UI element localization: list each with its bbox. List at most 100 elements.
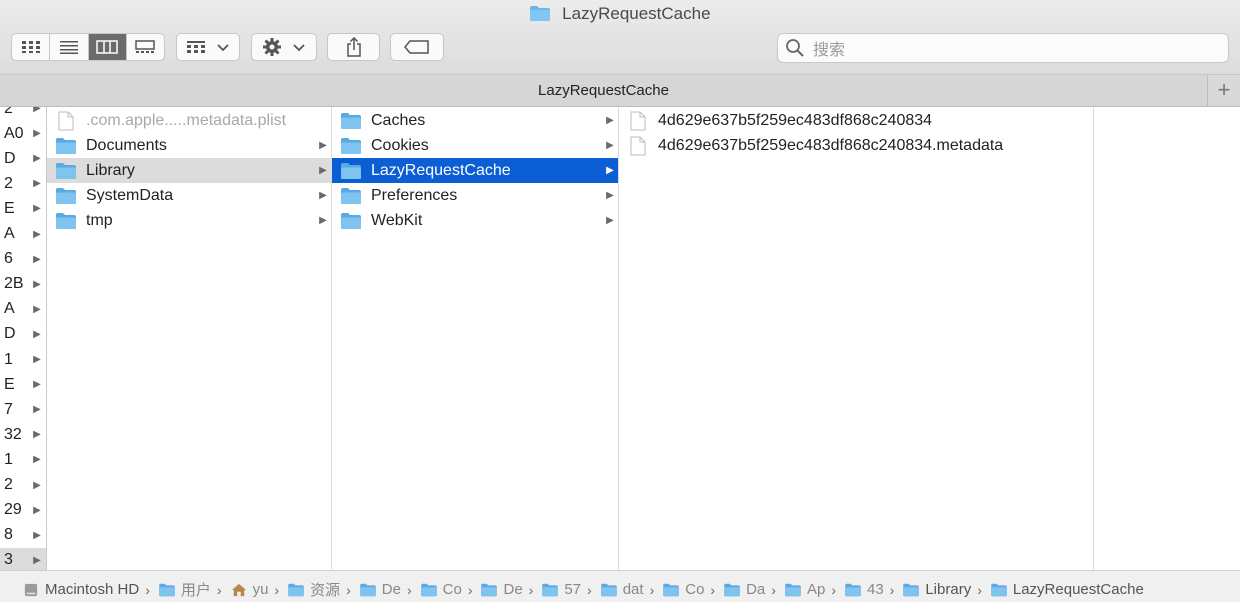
tab-current[interactable]: LazyRequestCache — [0, 82, 1207, 99]
folder-row[interactable]: LazyRequestCache ▶ — [332, 158, 618, 183]
disclosure-arrow-icon: ▶ — [319, 190, 327, 201]
truncated-row[interactable]: 1 ▶ — [0, 347, 46, 372]
list-view-button[interactable] — [50, 34, 89, 60]
column-empty — [1094, 107, 1240, 570]
disclosure-arrow-icon: ▶ — [33, 479, 41, 491]
folder-row[interactable]: WebKit ▶ — [332, 208, 618, 233]
truncated-item-name: 2B — [4, 275, 24, 293]
column-parent-truncated[interactable]: 2 ▶ A0 ▶ D ▶ 2 ▶ E ▶ A ▶ 6 ▶ 2B ▶ A ▶ D ▶ 1 ▶ E ▶ 7 ▶ 32 ▶ 1 ▶ 2 ▶ 29 ▶ 8 ▶… — [0, 107, 47, 570]
path-crumb[interactable]: De › — [359, 581, 420, 598]
folder-row[interactable]: tmp ▶ — [47, 208, 331, 233]
folder-row[interactable]: Preferences ▶ — [332, 183, 618, 208]
folder-icon — [724, 583, 740, 596]
disclosure-arrow-icon: ▶ — [33, 354, 41, 365]
disclosure-arrow-icon: ▶ — [319, 140, 327, 151]
column-app-container[interactable]: .com.apple.....metadata.plist Documents ▶ L… — [47, 107, 332, 570]
truncated-row[interactable]: 32 ▶ — [0, 422, 46, 447]
path-crumb[interactable]: 用户 › — [158, 579, 230, 600]
folder-row[interactable]: Cookies ▶ — [332, 133, 618, 158]
folder-row[interactable]: Caches ▶ — [332, 108, 618, 133]
column-library[interactable]: Caches ▶ Cookies ▶ LazyRequestCache ▶ Preferen… — [332, 107, 619, 570]
tags-button[interactable] — [390, 33, 444, 61]
truncated-row[interactable]: A ▶ — [0, 297, 46, 322]
item-name: Preferences — [371, 186, 458, 204]
truncated-row[interactable]: 2B ▶ — [0, 272, 46, 297]
folder-icon — [420, 583, 437, 596]
folder-icon — [341, 212, 361, 229]
path-crumb[interactable]: Macintosh HD › — [22, 581, 158, 598]
truncated-row[interactable]: 1 ▶ — [0, 447, 46, 472]
truncated-row[interactable]: 2 ▶ — [0, 473, 46, 498]
truncated-row[interactable]: A ▶ — [0, 222, 46, 247]
view-mode-switcher[interactable] — [11, 33, 165, 61]
disclosure-arrow-icon: ▶ — [319, 165, 327, 176]
add-tab-button[interactable]: + — [1207, 75, 1240, 106]
truncated-item-name: 1 — [4, 350, 13, 368]
chevron-down-icon — [293, 44, 305, 52]
path-crumb[interactable]: Da › — [723, 581, 784, 598]
file-row[interactable]: 4d629e637b5f259ec483df868c240834 — [619, 108, 1093, 133]
path-crumb[interactable]: Co › — [662, 581, 723, 598]
disclosure-arrow-icon: ▶ — [606, 140, 614, 151]
share-button[interactable] — [327, 33, 380, 61]
truncated-row[interactable]: E ▶ — [0, 196, 46, 221]
folder-row[interactable]: Documents ▶ — [47, 133, 331, 158]
truncated-item-name: 32 — [4, 425, 22, 443]
chevron-right-icon: › — [889, 581, 895, 598]
gallery-view-button[interactable] — [127, 34, 164, 60]
truncated-row[interactable]: D ▶ — [0, 322, 46, 347]
path-crumb[interactable]: yu › — [230, 581, 288, 598]
truncated-row[interactable]: 6 ▶ — [0, 247, 46, 272]
file-row[interactable]: 4d629e637b5f259ec483df868c240834.metadat… — [619, 133, 1093, 158]
window-toolbar: LazyRequestCache 搜索 — [0, 0, 1240, 75]
tab-bar: LazyRequestCache + — [0, 75, 1240, 107]
path-crumb[interactable]: dat › — [600, 581, 663, 598]
list-icon — [59, 41, 78, 54]
truncated-row[interactable]: 29 ▶ — [0, 498, 46, 523]
chevron-right-icon: › — [649, 581, 655, 598]
path-crumb[interactable]: Co › — [420, 581, 481, 598]
disclosure-arrow-icon: ▶ — [33, 178, 41, 190]
truncated-row[interactable]: A0 ▶ — [0, 121, 46, 146]
truncated-item-name: E — [4, 375, 15, 393]
group-by-button[interactable] — [176, 33, 240, 61]
truncated-row[interactable]: E ▶ — [0, 372, 46, 397]
search-input[interactable]: 搜索 — [777, 33, 1229, 63]
path-crumb[interactable]: 资源 › — [287, 579, 359, 600]
truncated-row[interactable]: D ▶ — [0, 146, 46, 171]
icon-view-button[interactable] — [12, 34, 51, 60]
share-icon — [346, 37, 361, 57]
truncated-item-name: D — [4, 325, 16, 343]
item-name: 4d629e637b5f259ec483df868c240834 — [658, 111, 933, 129]
folder-row[interactable]: Library ▶ — [47, 158, 331, 183]
path-crumb[interactable]: 43 › — [844, 581, 902, 598]
column-lazyrequestcache[interactable]: 4d629e637b5f259ec483df868c240834 4d629e63… — [619, 107, 1094, 570]
path-crumb-label: 资源 — [310, 582, 341, 599]
item-name: WebKit — [371, 211, 423, 229]
truncated-row[interactable]: 2 ▶ — [0, 107, 46, 121]
path-crumb[interactable]: De › — [480, 581, 541, 598]
truncated-row[interactable]: 7 ▶ — [0, 397, 46, 422]
folder-icon — [359, 583, 376, 596]
disclosure-arrow-icon: ▶ — [33, 328, 41, 340]
truncated-row[interactable]: 2 ▶ — [0, 171, 46, 196]
gallery-icon — [135, 40, 156, 53]
action-button[interactable] — [251, 33, 317, 61]
path-crumb[interactable]: Library › — [902, 581, 990, 598]
path-crumb[interactable]: LazyRequestCache — [990, 581, 1144, 598]
disclosure-arrow-icon: ▶ — [33, 228, 41, 240]
path-crumb[interactable]: Ap › — [784, 581, 844, 598]
file-row[interactable]: .com.apple.....metadata.plist — [47, 108, 331, 133]
folder-row[interactable]: SystemData ▶ — [47, 183, 331, 208]
column-view-button[interactable] — [88, 34, 127, 60]
path-crumb[interactable]: 57 › — [541, 581, 599, 598]
document-icon — [630, 136, 646, 155]
truncated-item-name: 8 — [4, 526, 13, 544]
folder-icon-wrap — [55, 137, 77, 155]
item-name: LazyRequestCache — [371, 161, 511, 179]
item-name: 4d629e637b5f259ec483df868c240834.metadat… — [658, 136, 1004, 154]
truncated-row[interactable]: 8 ▶ — [0, 523, 46, 548]
truncated-row[interactable]: 3 ▶ — [0, 547, 46, 570]
folder-icon-wrap — [340, 187, 362, 205]
truncated-item-name: 3 — [4, 551, 13, 569]
